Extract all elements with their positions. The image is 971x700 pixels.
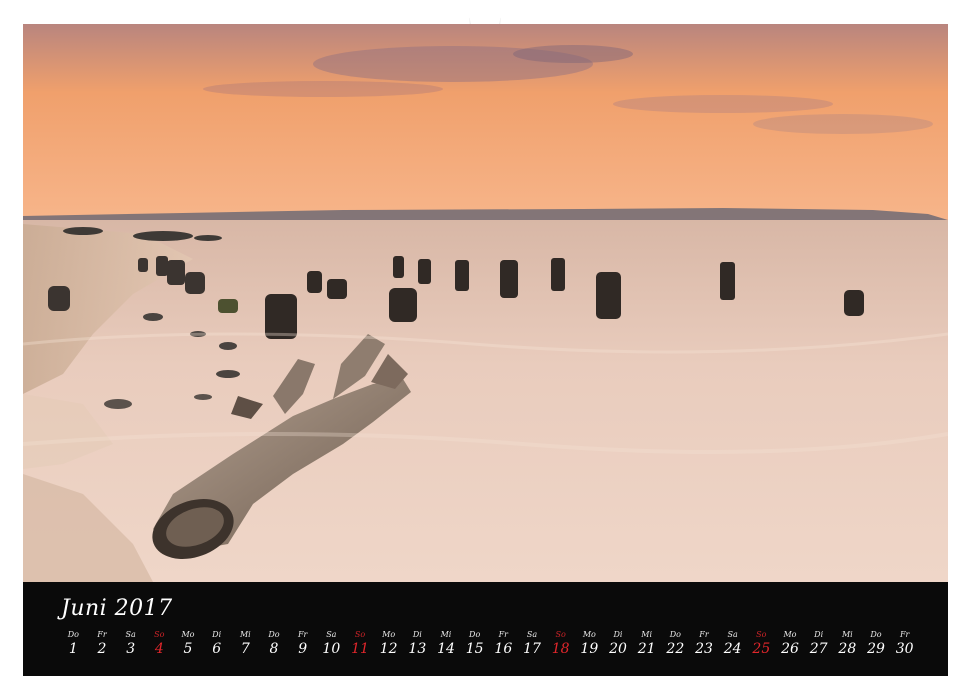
day-cell: So 11 [346,630,375,664]
day-cell: Sa 24 [718,630,747,664]
day-number: 4 [154,641,164,657]
day-cell: Mo 19 [575,630,604,664]
day-cell: Do 29 [862,630,891,664]
day-number: 25 [752,641,771,657]
day-cell: Fr 2 [88,630,117,664]
day-cell: Do 1 [59,630,88,664]
weekday-label: Fr [699,630,709,639]
day-cell: So 4 [145,630,174,664]
day-cell: Di 13 [403,630,432,664]
weekday-label: Di [412,630,422,639]
day-cell: Sa 10 [317,630,346,664]
weekday-label: Mo [582,630,596,639]
weekday-label: Fr [97,630,107,639]
weekday-label: Mi [641,630,653,639]
day-cell: So 25 [747,630,776,664]
day-cell: Di 20 [604,630,633,664]
weekday-label: Fr [498,630,508,639]
day-cell: Di 6 [202,630,231,664]
day-grid: Do 1 Fr 2 Sa 3 So 4 Mo 5 Di 6 Mi 7 Do 8 Fr 9 Sa 10 So 11 Mo 12 D… [59,630,919,664]
day-number: 14 [437,641,455,657]
weekday-label: Mi [239,630,251,639]
day-number: 30 [895,641,914,657]
day-number: 29 [867,641,885,657]
day-cell: Fr 16 [489,630,518,664]
weekday-label: Di [212,630,222,639]
weekday-label: Sa [526,630,538,639]
day-number: 2 [97,641,107,657]
day-number: 16 [494,641,513,657]
day-cell: Mi 14 [432,630,461,664]
weekday-label: Mo [181,630,195,639]
weekday-label: Do [469,630,481,639]
weekday-label: Fr [899,630,910,639]
day-cell: Mi 7 [231,630,260,664]
day-cell: Mo 26 [776,630,805,664]
day-cell: Fr 30 [890,630,919,664]
day-number: 3 [126,641,136,657]
day-number: 15 [465,641,484,657]
weekday-label: Di [613,630,623,639]
day-cell: Mi 21 [632,630,661,664]
day-cell: Fr 9 [288,630,317,664]
weekday-label: Mo [783,630,797,639]
weekday-label: So [555,630,566,639]
day-number: 17 [523,641,541,657]
weekday-label: So [354,630,366,639]
day-number: 26 [781,641,799,657]
day-number: 27 [809,641,828,657]
day-cell: Mi 28 [833,630,862,664]
day-number: 6 [212,641,222,657]
day-number: 1 [68,641,78,657]
weekday-label: Do [268,630,280,639]
day-number: 12 [379,641,398,657]
day-number: 19 [580,641,599,657]
day-number: 22 [666,641,685,657]
day-number: 21 [637,641,656,657]
day-number: 8 [269,641,279,657]
month-title: Juni 2017 [61,596,173,621]
weekday-label: Di [814,630,824,639]
day-cell: Mo 5 [174,630,203,664]
calendar-strip: Juni 2017 Do 1 Fr 2 Sa 3 So 4 Mo 5 Di 6 Mi 7 Do 8 Fr 9 Sa 1… [23,582,948,676]
day-cell: So 18 [546,630,575,664]
weekday-label: Do [870,630,882,639]
weekday-label: Mi [440,630,452,639]
weekday-label: Mi [841,630,853,639]
day-number: 13 [408,641,427,657]
weekday-label: Do [67,630,79,639]
day-cell: Mo 12 [374,630,403,664]
weekday-label: Do [669,630,681,639]
day-number: 23 [695,641,713,657]
day-number: 7 [240,641,250,657]
weekday-label: Sa [326,630,337,639]
day-number: 9 [298,641,308,657]
day-cell: Do 8 [260,630,289,664]
day-number: 10 [322,641,341,657]
day-cell: Sa 3 [116,630,145,664]
day-cell: Sa 17 [518,630,547,664]
day-cell: Do 22 [661,630,690,664]
weekday-label: Sa [125,630,136,639]
weekday-label: So [756,630,767,639]
weekday-label: Sa [727,630,738,639]
beach-sunset-photo [23,24,948,582]
day-cell: Fr 23 [690,630,719,664]
day-cell: Di 27 [804,630,833,664]
day-number: 18 [551,641,570,657]
day-cell: Do 15 [460,630,489,664]
weekday-label: Fr [297,630,308,639]
day-number: 11 [351,641,369,657]
weekday-label: So [154,630,165,639]
day-number: 20 [609,641,627,657]
weekday-label: Mo [382,630,396,639]
day-number: 24 [723,641,742,657]
day-number: 28 [838,641,857,657]
day-number: 5 [183,641,193,657]
